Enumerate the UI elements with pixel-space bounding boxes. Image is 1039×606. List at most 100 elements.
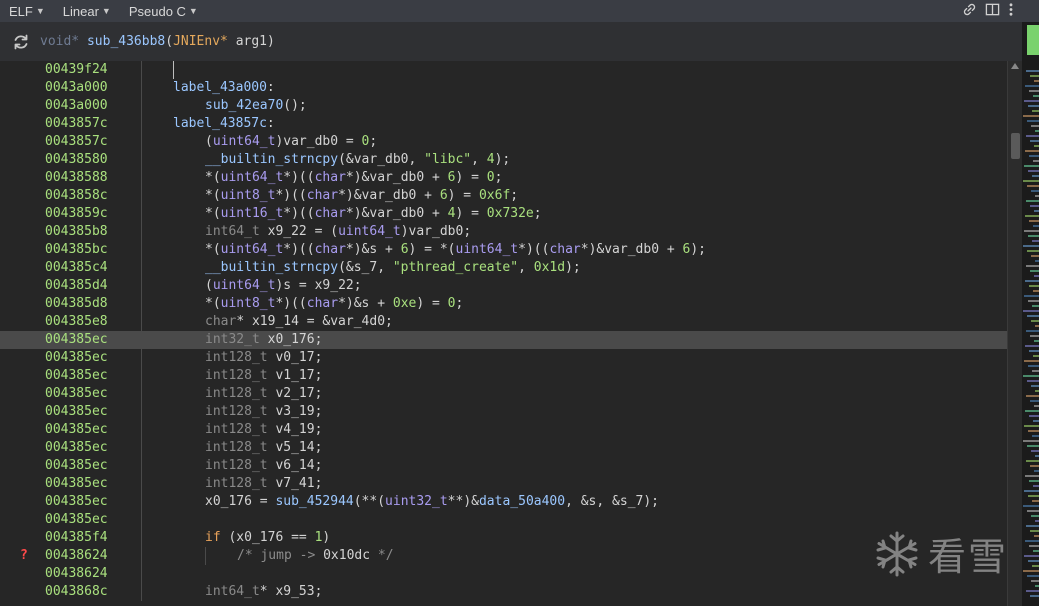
- line-address[interactable]: 004385ec: [45, 331, 108, 349]
- code-text[interactable]: (uint64_t)s = x9_22;: [205, 277, 362, 295]
- code-line[interactable]: 004385c4 __builtin_strncpy(&s_7, "pthread…: [0, 259, 1007, 277]
- line-address[interactable]: 00438580: [45, 151, 108, 169]
- code-line[interactable]: 0043868c int64_t* x9_53;: [0, 583, 1007, 601]
- code-text[interactable]: sub_42ea70();: [205, 97, 307, 115]
- code-text[interactable]: (uint64_t)var_db0 = 0;: [205, 133, 377, 151]
- code-text[interactable]: int128_t v3_19;: [205, 403, 322, 421]
- code-token[interactable]: char: [307, 188, 338, 203]
- line-address[interactable]: 0043857c: [45, 133, 108, 151]
- code-text[interactable]: *(uint64_t*)((char*)&s + 6) = *(uint64_t…: [205, 241, 706, 259]
- code-line[interactable]: 0043a000 sub_42ea70();: [0, 97, 1007, 115]
- code-token[interactable]: uint64_t: [221, 170, 284, 185]
- line-address[interactable]: 004385ec: [45, 403, 108, 421]
- code-token[interactable]: uint64_t: [221, 242, 284, 257]
- code-text[interactable]: int64_t* x9_53;: [205, 583, 322, 601]
- code-line[interactable]: ? 00438624 /* jump -> 0x10dc */: [0, 547, 1007, 565]
- code-line[interactable]: 00438580 __builtin_strncpy(&var_db0, "lib…: [0, 151, 1007, 169]
- code-token[interactable]: uint64_t: [213, 134, 276, 149]
- code-line[interactable]: 00438588 *(uint64_t*)((char*)&var_db0 + 6…: [0, 169, 1007, 187]
- code-line[interactable]: 004385ec int128_t v3_19;: [0, 403, 1007, 421]
- line-address[interactable]: 004385ec: [45, 421, 108, 439]
- code-text[interactable]: label_43a000:: [173, 79, 275, 97]
- code-line[interactable]: 004385ec int32_t x0_176;: [0, 331, 1007, 349]
- code-token[interactable]: char: [315, 242, 346, 257]
- code-token[interactable]: __builtin_strncpy: [205, 152, 338, 167]
- code-text[interactable]: int128_t v7_41;: [205, 475, 322, 493]
- line-address[interactable]: 00438588: [45, 169, 108, 187]
- code-token[interactable]: char: [315, 170, 346, 185]
- code-token[interactable]: uint16_t: [221, 206, 284, 221]
- code-line[interactable]: 004385bc *(uint64_t*)((char*)&s + 6) = *(…: [0, 241, 1007, 259]
- scroll-up-arrow-icon[interactable]: [1011, 63, 1019, 69]
- code-line[interactable]: 0043858c *(uint8_t*)((char*)&var_db0 + 6)…: [0, 187, 1007, 205]
- line-address[interactable]: 004385ec: [45, 493, 108, 511]
- code-text[interactable]: int128_t v1_17;: [205, 367, 322, 385]
- code-text[interactable]: int32_t x0_176;: [205, 331, 322, 349]
- line-address[interactable]: 00439f24: [45, 61, 108, 79]
- code-line[interactable]: 0043857c (uint64_t)var_db0 = 0;: [0, 133, 1007, 151]
- code-text[interactable]: int128_t v4_19;: [205, 421, 322, 439]
- signature-function-name[interactable]: sub_436bb8: [87, 34, 165, 49]
- line-address[interactable]: 004385ec: [45, 475, 108, 493]
- line-address[interactable]: 0043a000: [45, 97, 108, 115]
- code-text[interactable]: int128_t v6_14;: [205, 457, 322, 475]
- unresolved-jump-marker[interactable]: ?: [20, 547, 28, 565]
- il-level-menu[interactable]: Pseudo C ▼: [120, 4, 207, 19]
- line-address[interactable]: 004385ec: [45, 367, 108, 385]
- code-text[interactable]: int64_t x9_22 = (uint64_t)var_db0;: [205, 223, 471, 241]
- code-text[interactable]: label_43857c:: [173, 115, 275, 133]
- line-address[interactable]: 004385e8: [45, 313, 108, 331]
- vertical-scrollbar[interactable]: [1007, 61, 1023, 606]
- code-line[interactable]: 00438624: [0, 565, 1007, 583]
- split-view-icon[interactable]: [985, 2, 1000, 20]
- code-text[interactable]: __builtin_strncpy(&s_7, "pthread_create"…: [205, 259, 581, 277]
- code-text[interactable]: int128_t v0_17;: [205, 349, 322, 367]
- code-text[interactable]: int128_t v5_14;: [205, 439, 322, 457]
- code-text[interactable]: if (x0_176 == 1): [205, 529, 330, 547]
- line-address[interactable]: 004385d4: [45, 277, 108, 295]
- code-line[interactable]: 004385b8 int64_t x9_22 = (uint64_t)var_db…: [0, 223, 1007, 241]
- line-address[interactable]: 004385c4: [45, 259, 108, 277]
- code-line[interactable]: 004385ec int128_t v6_14;: [0, 457, 1007, 475]
- link-icon[interactable]: [962, 2, 977, 20]
- code-line[interactable]: 004385d8 *(uint8_t*)((char*)&s + 0xe) = 0…: [0, 295, 1007, 313]
- binary-view-menu[interactable]: ELF ▼: [0, 4, 54, 19]
- code-line[interactable]: 0043859c *(uint16_t*)((char*)&var_db0 + 4…: [0, 205, 1007, 223]
- code-token[interactable]: uint8_t: [221, 296, 276, 311]
- code-line[interactable]: 0043857c label_43857c:: [0, 115, 1007, 133]
- code-token[interactable]: __builtin_strncpy: [205, 260, 338, 275]
- code-text[interactable]: *(uint8_t*)((char*)&s + 0xe) = 0;: [205, 295, 463, 313]
- pseudo-c-code-view[interactable]: 00439f24 0043a000 label_43a000: 0043a000 sub…: [0, 61, 1007, 606]
- line-address[interactable]: 0043857c: [45, 115, 108, 133]
- code-line[interactable]: 004385f4 if (x0_176 == 1): [0, 529, 1007, 547]
- signature-param-name[interactable]: arg1: [236, 34, 267, 49]
- line-address[interactable]: 004385ec: [45, 349, 108, 367]
- line-address[interactable]: 0043859c: [45, 205, 108, 223]
- code-token[interactable]: uint32_t: [385, 494, 448, 509]
- line-address[interactable]: 004385ec: [45, 457, 108, 475]
- code-line[interactable]: 004385e8 char* x19_14 = &var_4d0;: [0, 313, 1007, 331]
- signature-param-type[interactable]: JNIEnv*: [173, 34, 228, 49]
- view-mode-menu[interactable]: Linear ▼: [54, 4, 120, 19]
- feature-map[interactable]: [1022, 0, 1039, 606]
- code-text[interactable]: *(uint64_t*)((char*)&var_db0 + 6) = 0;: [205, 169, 502, 187]
- code-line[interactable]: 004385ec int128_t v5_14;: [0, 439, 1007, 457]
- code-token[interactable]: char: [315, 206, 346, 221]
- code-line[interactable]: 004385ec int128_t v7_41;: [0, 475, 1007, 493]
- code-token[interactable]: char: [307, 296, 338, 311]
- code-token[interactable]: uint64_t: [213, 278, 276, 293]
- line-address[interactable]: 0043868c: [45, 583, 108, 601]
- code-line[interactable]: 004385ec int128_t v1_17;: [0, 367, 1007, 385]
- code-token[interactable]: label_43857c: [173, 116, 267, 131]
- line-address[interactable]: 004385f4: [45, 529, 108, 547]
- code-line[interactable]: 0043a000 label_43a000:: [0, 79, 1007, 97]
- line-address[interactable]: 004385d8: [45, 295, 108, 313]
- code-token[interactable]: uint8_t: [221, 188, 276, 203]
- code-token[interactable]: data_50a400: [479, 494, 565, 509]
- code-token[interactable]: uint64_t: [456, 242, 519, 257]
- code-text[interactable]: __builtin_strncpy(&var_db0, "libc", 4);: [205, 151, 510, 169]
- line-address[interactable]: 004385bc: [45, 241, 108, 259]
- code-text[interactable]: x0_176 = sub_452944(**(uint32_t**)&data_…: [205, 493, 659, 511]
- line-address[interactable]: 0043858c: [45, 187, 108, 205]
- code-token[interactable]: uint64_t: [338, 224, 401, 239]
